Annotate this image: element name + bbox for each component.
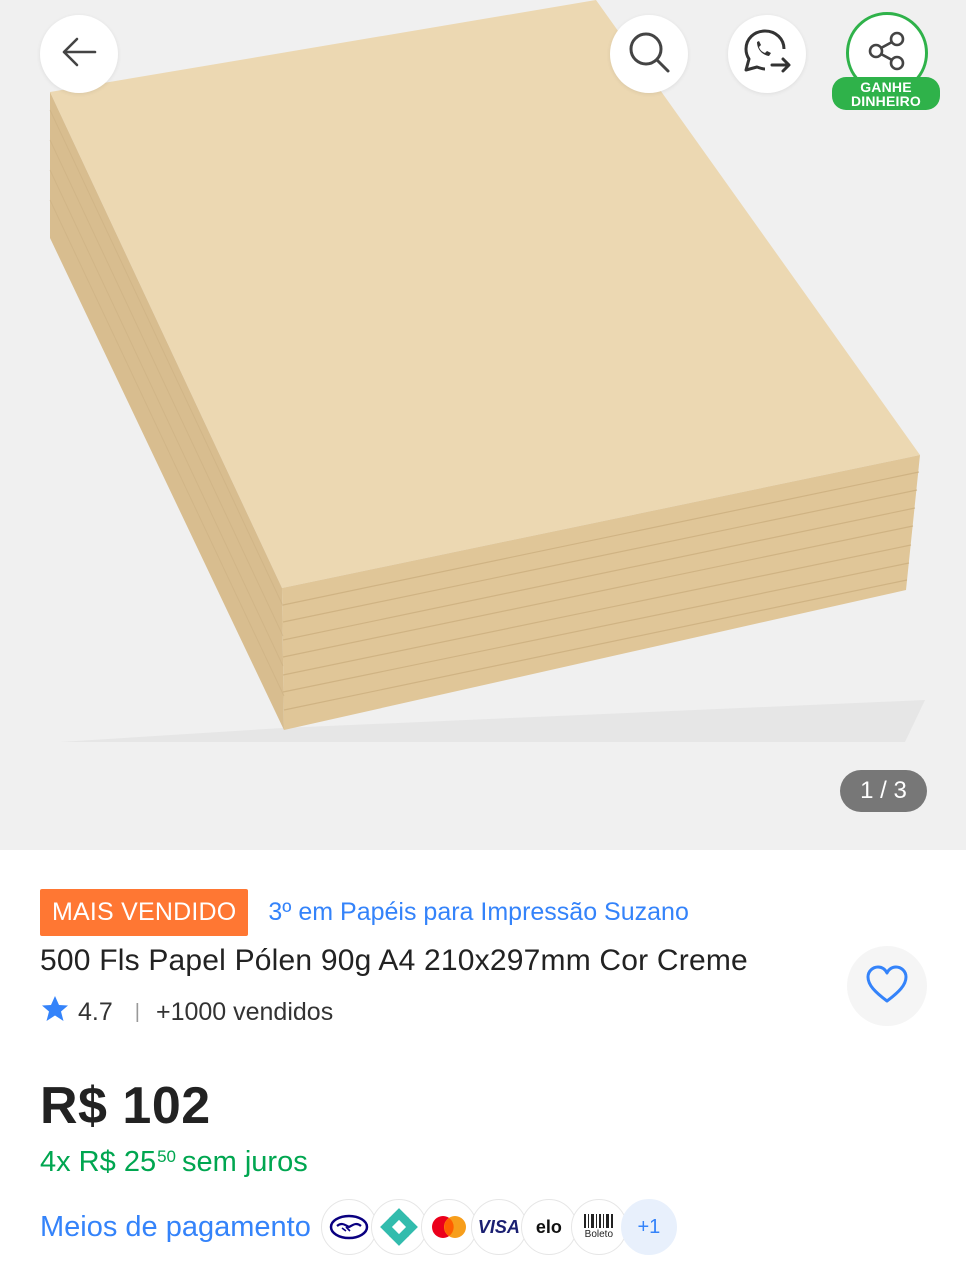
payment-icons: VISA elo Boleto +1 [320,1199,677,1255]
badge-row: MAIS VENDIDO 3º em Papéis para Impressão… [40,889,689,936]
share-icon [865,29,909,78]
rating-separator: | [134,1000,140,1023]
mercado-pago-icon [320,1199,377,1255]
payment-methods-row[interactable]: Meios de pagamento VISA elo Boleto +1 [40,1199,677,1255]
favorite-button[interactable] [847,946,927,1026]
ranking-link[interactable]: 3º em Papéis para Impressão Suzano [268,898,688,927]
payment-methods-link[interactable]: Meios de pagamento [40,1211,311,1244]
whatsapp-share-button[interactable] [728,15,806,93]
best-seller-badge: MAIS VENDIDO [40,889,249,936]
earn-badge-line1: GANHE [860,79,912,95]
sold-count: +1000 vendidos [155,997,334,1026]
mastercard-icon [420,1199,477,1255]
installments: 4x R$ 25 50 sem juros [40,1146,308,1179]
visa-label: VISA [477,1216,520,1237]
pix-icon [370,1199,427,1255]
installments-suffix: sem juros [182,1146,308,1178]
earn-money-badge: GANHE DINHEIRO [832,77,940,110]
rating-value: 4.7 [78,997,113,1026]
elo-icon: elo [520,1199,577,1255]
image-counter: 1 / 3 [840,770,927,812]
installments-cents: 50 [157,1147,176,1166]
product-image [49,0,925,742]
product-title: 500 Fls Papel Pólen 90g A4 210x297mm Cor… [40,944,748,977]
star-icon [40,994,70,1031]
whatsapp-share-icon [740,25,794,84]
visa-icon: VISA [470,1199,527,1255]
heart-icon [865,964,909,1009]
earn-badge-line2: DINHEIRO [850,93,922,109]
rating-row[interactable]: 4.7 | +1000 vendidos [40,994,333,1030]
back-arrow-icon [57,30,101,79]
price: R$ 102 [40,1077,211,1135]
search-button[interactable] [610,15,688,93]
boleto-label: Boleto [584,1229,614,1240]
back-button[interactable] [40,15,118,93]
search-icon [625,28,673,81]
elo-label: elo [535,1216,562,1237]
more-payment-methods[interactable]: +1 [620,1199,677,1255]
share-earn-button[interactable]: GANHE DINHEIRO [832,10,942,114]
boleto-icon: Boleto [570,1199,627,1255]
installments-amount: 4x R$ 25 [40,1146,157,1178]
product-gallery[interactable]: GANHE DINHEIRO 1 / 3 [0,0,966,850]
